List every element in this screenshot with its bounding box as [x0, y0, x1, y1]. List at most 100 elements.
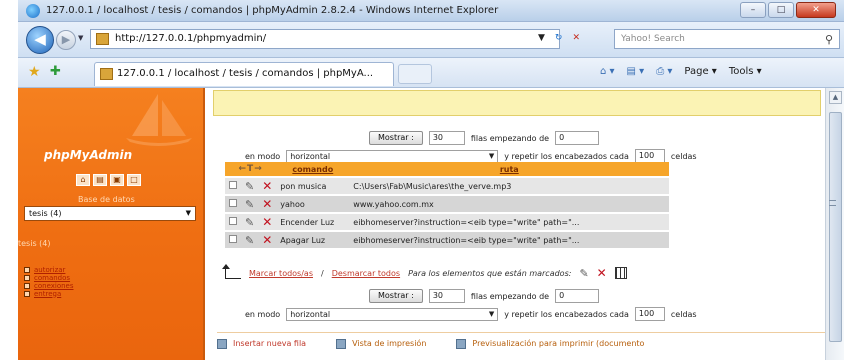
query-window-icon[interactable]: ▤	[93, 174, 107, 186]
cell-ruta: www.yahoo.com.mx	[349, 195, 670, 214]
address-tools: ▼ ↻ ✕	[538, 33, 580, 43]
repeat-input[interactable]: 100	[634, 149, 665, 163]
cells-label: celdas	[670, 309, 697, 319]
column-arrows-icon[interactable]: ←T→	[239, 164, 263, 174]
tab-title: 127.0.0.1 / localhost / tesis / comandos…	[117, 68, 374, 79]
database-select[interactable]: tesis (4) ▼	[24, 206, 196, 221]
delete-x-icon[interactable]: ✕	[262, 215, 272, 229]
row-checkbox[interactable]	[229, 181, 237, 189]
search-placeholder: Yahoo! Search	[621, 34, 685, 44]
delete-x-icon[interactable]: ✕	[262, 179, 272, 193]
history-dropdown-icon[interactable]: ▼	[78, 34, 83, 42]
cell-comando: Apagar Luz	[276, 231, 350, 250]
display-mode-bottom: en modo horizontal ▼ y repetir los encab…	[245, 307, 697, 321]
refresh-icon[interactable]: ↻	[555, 33, 563, 43]
cell-comando: Encender Luz	[276, 213, 350, 232]
print-icon[interactable]: ⎙ ▾	[656, 66, 672, 77]
edit-pencil-icon[interactable]: ✎	[245, 216, 254, 229]
show-button[interactable]: Mostrar :	[369, 289, 423, 303]
cell-comando: yahoo	[276, 195, 350, 214]
rows-input[interactable]: 30	[428, 289, 465, 303]
delete-x-icon[interactable]: ✕	[262, 197, 272, 211]
edit-selected-pencil-icon[interactable]: ✎	[579, 267, 588, 280]
table-header-row: ←T→ comando ruta	[225, 162, 670, 178]
scroll-up-icon[interactable]: ▲	[829, 91, 842, 104]
row-checkbox[interactable]	[229, 235, 237, 243]
print-preview-link[interactable]: Previsualización para imprimir (document…	[456, 338, 644, 349]
close-button[interactable]: ✕	[796, 2, 836, 18]
mode-select[interactable]: horizontal ▼	[286, 307, 499, 321]
unmark-all-link[interactable]: Desmarcar todos	[332, 269, 400, 278]
sidebar-item-table[interactable]: conexiones	[24, 282, 74, 290]
navigation-frame: phpMyAdmin ⌂ ▤ ▣ □ Base de datos tesis (…	[18, 88, 205, 360]
ie-icon	[26, 4, 40, 18]
address-bar[interactable]: http://127.0.0.1/phpmyadmin/	[90, 29, 560, 49]
mark-actions: Marcar todos/as / Desmarcar todos Para l…	[222, 264, 627, 280]
search-icon[interactable]: ⚲	[825, 31, 833, 49]
vertical-scrollbar[interactable]: ▲	[825, 88, 844, 360]
column-header-ruta[interactable]: ruta	[500, 165, 519, 174]
export-grid-icon[interactable]	[614, 267, 627, 279]
scrollbar-thumb[interactable]	[829, 112, 842, 342]
display-controls-bottom: Mostrar : 30 filas empezando de 0	[369, 289, 600, 303]
window-controls: – □ ✕	[740, 2, 836, 18]
start-input[interactable]: 0	[555, 289, 600, 303]
marked-label: Para los elementos que están marcados:	[408, 268, 572, 278]
cell-ruta: C:\Users\Fab\Music\ares\the_verve.mp3	[349, 177, 670, 196]
home-icon[interactable]: ⌂	[76, 174, 90, 186]
new-tab-button[interactable]	[398, 64, 432, 84]
navigation-bar: ◀ ▶ ▼ http://127.0.0.1/phpmyadmin/ ▼ ↻ ✕…	[18, 22, 844, 58]
delete-x-icon[interactable]: ✕	[262, 233, 272, 247]
sidebar-item-table[interactable]: autorizar	[24, 266, 74, 274]
sidebar-toolbar: ⌂ ▤ ▣ □	[76, 174, 141, 186]
sidebar-item-table[interactable]: entrega	[24, 290, 74, 298]
tab-active[interactable]: 127.0.0.1 / localhost / tesis / comandos…	[94, 62, 394, 86]
table-icon	[24, 283, 30, 289]
search-box[interactable]: Yahoo! Search ⚲	[614, 29, 840, 49]
delete-selected-x-icon[interactable]: ✕	[597, 266, 607, 280]
insert-row-link[interactable]: Insertar nueva fila	[217, 338, 306, 349]
row-checkbox[interactable]	[229, 199, 237, 207]
app-logo[interactable]: phpMyAdmin	[44, 148, 132, 162]
table-icon	[24, 267, 30, 273]
mode-select[interactable]: horizontal ▼	[286, 149, 499, 163]
maximize-button[interactable]: □	[768, 2, 794, 18]
edit-pencil-icon[interactable]: ✎	[245, 234, 254, 247]
address-dropdown-icon[interactable]: ▼	[538, 33, 545, 43]
insert-row-icon	[217, 338, 227, 349]
table-row: ✎ ✕ pon musica C:\Users\Fab\Music\ares\t…	[225, 177, 670, 196]
tools-menu[interactable]: Tools ▾	[729, 66, 762, 77]
mode-label: en modo	[245, 309, 281, 319]
docs-icon[interactable]: ▣	[110, 174, 124, 186]
start-input[interactable]: 0	[555, 131, 600, 145]
forward-button[interactable]: ▶	[56, 30, 76, 50]
print-view-link[interactable]: Vista de impresión	[336, 338, 426, 349]
current-database-link[interactable]: tesis (4)	[18, 239, 51, 248]
back-button[interactable]: ◀	[26, 26, 54, 54]
page-menu[interactable]: Page ▾	[684, 66, 716, 77]
add-favorites-icon[interactable]: ✚	[50, 64, 61, 79]
scroll-grip-icon	[829, 200, 836, 206]
stop-icon[interactable]: ✕	[572, 33, 580, 43]
cell-ruta: eibhomeserver?instruction=<eib type="wri…	[349, 213, 670, 232]
repeat-input[interactable]: 100	[634, 307, 665, 321]
edit-pencil-icon[interactable]: ✎	[245, 198, 254, 211]
repeat-label: y repetir los encabezados cada	[504, 151, 629, 161]
sql-icon[interactable]: □	[127, 174, 141, 186]
sailboat-logo-icon	[126, 94, 192, 146]
results-table: ←T→ comando ruta ✎ ✕ pon musica C:\Users…	[225, 162, 670, 250]
table-row: ✎ ✕ Encender Luz eibhomeserver?instructi…	[225, 213, 670, 232]
sidebar-item-table[interactable]: comandos	[24, 274, 74, 282]
home-icon[interactable]: ⌂ ▾	[600, 66, 615, 77]
show-button[interactable]: Mostrar :	[369, 131, 423, 145]
content-frame: Mostrar : 30 filas empezando de 0 en mod…	[207, 88, 825, 360]
edit-pencil-icon[interactable]: ✎	[245, 180, 254, 193]
feeds-icon[interactable]: ▤ ▾	[627, 66, 645, 77]
favorites-star-icon[interactable]: ★	[28, 64, 41, 80]
row-checkbox[interactable]	[229, 217, 237, 225]
column-header-comando[interactable]: comando	[292, 165, 333, 174]
table-icon	[24, 291, 30, 297]
rows-input[interactable]: 30	[428, 131, 465, 145]
minimize-button[interactable]: –	[740, 2, 766, 18]
mark-all-link[interactable]: Marcar todos/as	[249, 269, 313, 278]
